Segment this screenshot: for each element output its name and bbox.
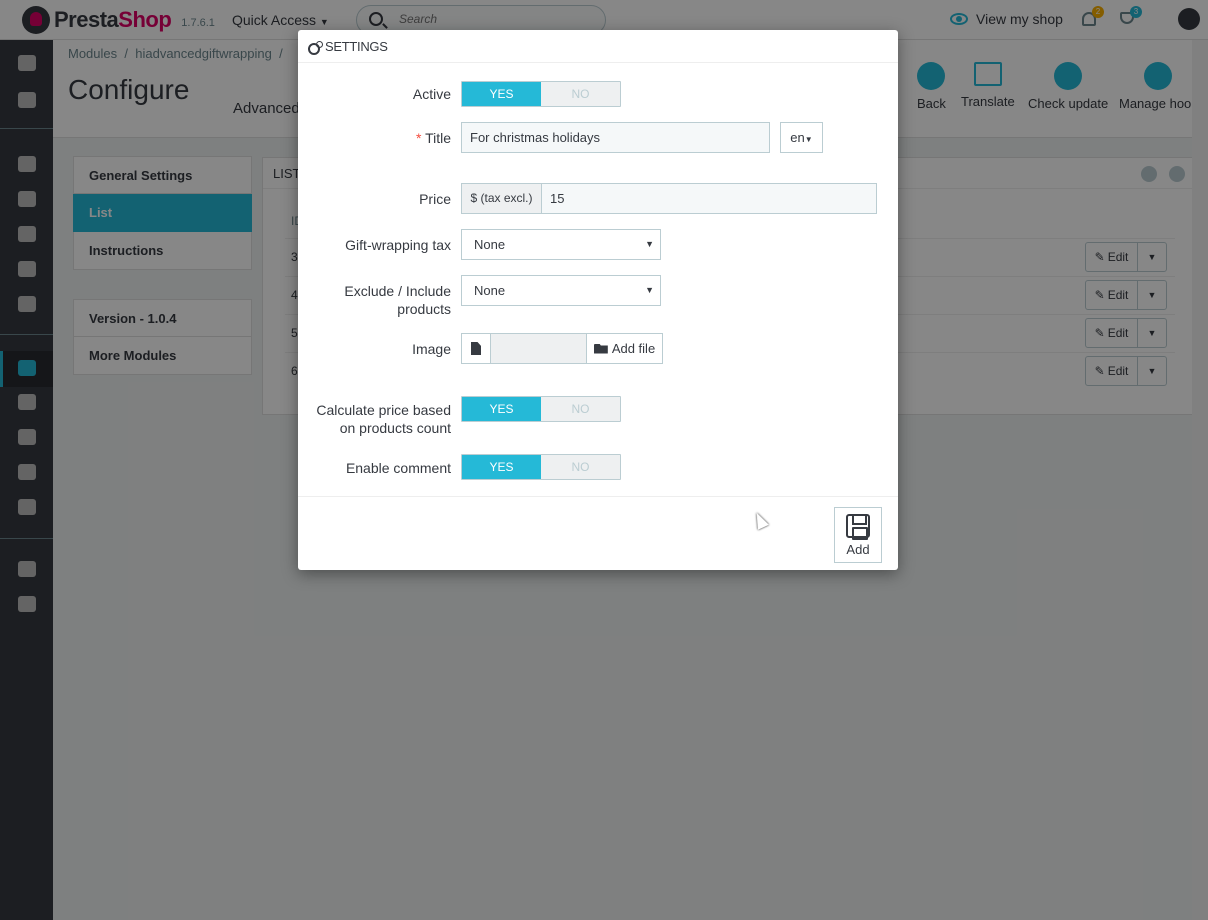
tax-select[interactable]: None ▼ — [461, 229, 661, 260]
add-file-label: Add file — [611, 341, 656, 356]
language-label: en — [790, 130, 805, 145]
exclude-select-value: None — [474, 283, 506, 298]
caret-down-icon: ▼ — [645, 285, 654, 295]
exclude-select[interactable]: None ▼ — [461, 275, 661, 306]
title-input[interactable]: For christmas holidays — [461, 122, 770, 153]
enable-comment-switch[interactable]: YES NO — [461, 454, 621, 480]
active-yes-option[interactable]: YES — [462, 82, 541, 106]
comment-no-option[interactable]: NO — [541, 455, 620, 479]
modal-title-text: SETTINGS — [325, 39, 388, 54]
caret-down-icon: ▼ — [645, 239, 654, 249]
price-addon: $ (tax excl.) — [461, 183, 542, 214]
exclude-label-line2: products — [397, 301, 451, 317]
active-label: Active — [412, 86, 451, 102]
file-icon — [471, 342, 481, 355]
modal-header: SETTINGS — [298, 30, 898, 63]
tax-label: Gift-wrapping tax — [345, 237, 451, 253]
calc-price-label-line1: Calculate price based — [316, 402, 451, 418]
calc-price-yes-option[interactable]: YES — [462, 397, 541, 421]
active-switch[interactable]: YES NO — [461, 81, 621, 107]
tax-select-value: None — [474, 237, 506, 252]
add-button[interactable]: Add — [834, 507, 882, 563]
calc-price-label-line2: on products count — [339, 420, 451, 436]
calc-price-label: Calculate price based on products count — [298, 401, 451, 437]
cogs-icon — [308, 40, 323, 55]
exclude-label-line1: Exclude / Include — [344, 283, 451, 299]
add-button-label: Add — [846, 541, 870, 557]
save-icon — [846, 513, 870, 540]
comment-yes-option[interactable]: YES — [462, 455, 541, 479]
enable-comment-label: Enable comment — [345, 460, 451, 476]
calc-price-switch[interactable]: YES NO — [461, 396, 621, 422]
settings-modal: SETTINGS Active YES NO * Title For chris… — [298, 30, 898, 570]
folder-open-icon — [593, 343, 608, 354]
add-file-button[interactable]: Add file — [586, 333, 663, 364]
image-label: Image — [412, 341, 451, 357]
file-name-field[interactable] — [491, 333, 586, 364]
caret-down-icon: ▼ — [804, 135, 813, 144]
title-label-text: Title — [425, 130, 451, 146]
calc-price-no-option[interactable]: NO — [541, 397, 620, 421]
modal-title: SETTINGS — [308, 39, 388, 55]
price-label: Price — [419, 191, 451, 207]
price-input[interactable]: 15 — [541, 183, 877, 214]
title-label: * Title — [298, 129, 451, 147]
modal-footer-divider — [298, 496, 898, 497]
exclude-label: Exclude / Include products — [298, 282, 451, 318]
active-no-option[interactable]: NO — [541, 82, 620, 106]
file-icon-box — [461, 333, 491, 364]
image-file-input: Add file — [461, 333, 663, 364]
language-dropdown[interactable]: en▼ — [780, 122, 823, 153]
required-mark: * — [415, 130, 422, 146]
